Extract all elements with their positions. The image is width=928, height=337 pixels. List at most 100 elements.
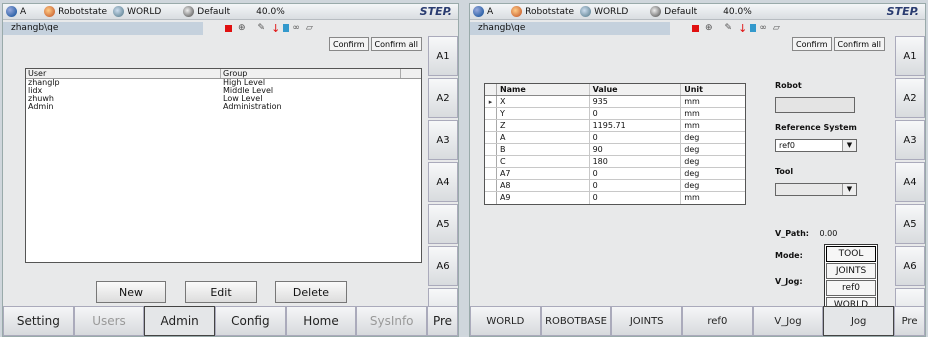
table-row[interactable]: A 0 deg <box>485 132 745 144</box>
tab-pre[interactable]: Pre <box>894 306 925 336</box>
globe-icon <box>473 6 484 17</box>
bottom-tabs: WORLD ROBOTBASE JOINTS ref0 V_Jog Jog Pr… <box>470 306 925 336</box>
axis-button-a3[interactable]: A3 <box>428 120 458 160</box>
path-bar: zhangb\qe ⊕ ✎ ↓ ∞ ▱ <box>470 21 786 35</box>
table-row[interactable]: C 180 deg <box>485 156 745 168</box>
axis-button-a1[interactable]: A1 <box>895 36 925 76</box>
column-group[interactable]: Group <box>221 69 401 78</box>
robot-label: Robot <box>775 81 802 90</box>
user-list[interactable]: User Group zhanglp High Level lidx Middle … <box>25 68 422 263</box>
arrow-down-icon: ↓ <box>738 21 748 35</box>
new-button[interactable]: New <box>96 281 166 303</box>
tab-jog[interactable]: Jog <box>823 306 895 336</box>
table-row[interactable]: A7 0 deg <box>485 168 745 180</box>
tab-config[interactable]: Config <box>215 306 286 336</box>
chevron-down-icon[interactable]: ▼ <box>842 184 856 195</box>
axis-button-a4[interactable]: A4 <box>428 162 458 202</box>
bottom-tabs: Setting Users Admin Config Home SysInfo … <box>3 306 458 336</box>
column-name: Name <box>497 84 590 95</box>
axis-button-a4[interactable]: A4 <box>895 162 925 202</box>
axis-button-a2[interactable]: A2 <box>428 78 458 118</box>
step-mode[interactable]: STEP. <box>420 5 458 18</box>
program-path: zhangb\qe <box>470 21 670 35</box>
column-value: Value <box>590 84 682 95</box>
status-a[interactable]: A <box>3 4 29 20</box>
tab-setting[interactable]: Setting <box>3 306 74 336</box>
status-robotstate[interactable]: Robotstate <box>41 4 110 20</box>
confirm-row: Confirm Confirm all <box>790 37 885 51</box>
table-row[interactable]: Y 0 mm <box>485 108 745 120</box>
axis-button-a2[interactable]: A2 <box>895 78 925 118</box>
table-row[interactable]: Z 1195.71 mm <box>485 120 745 132</box>
status-a[interactable]: A <box>470 4 496 20</box>
vpath-value: 0.00 <box>819 229 838 238</box>
table-row[interactable]: A9 0 mm <box>485 192 745 204</box>
drive-icon: ⊕ <box>238 23 246 33</box>
tab-sysinfo[interactable]: SysInfo <box>356 306 428 336</box>
tab-ref0[interactable]: ref0 <box>682 306 753 336</box>
loop-icon: ∞ <box>759 23 767 33</box>
mode-option-tool[interactable]: TOOL <box>826 246 876 262</box>
position-table[interactable]: Name Value Unit ▸ X 935 mm Y 0 mm Z 1195.71 mm … <box>484 83 746 205</box>
status-world[interactable]: WORLD <box>577 4 631 20</box>
mode-option-joints[interactable]: JOINTS <box>826 263 876 279</box>
stop-icon <box>692 24 699 32</box>
table-row[interactable]: ▸ X 935 mm <box>485 96 745 108</box>
status-robotstate[interactable]: Robotstate <box>508 4 577 20</box>
axis-button-a3[interactable]: A3 <box>895 120 925 160</box>
users-screen: A Robotstate WORLD Default 40.0% STEP. z… <box>2 3 459 337</box>
table-row[interactable]: B 90 deg <box>485 144 745 156</box>
axis-buttons: A1 A2 A3 A4 A5 A6 <box>428 36 458 330</box>
mode-dropdown[interactable]: TOOL JOINTS ref0 WORLD <box>824 244 878 315</box>
axis-button-a6[interactable]: A6 <box>428 246 458 286</box>
cube-icon: ▱ <box>772 23 780 33</box>
confirm-button[interactable]: Confirm <box>329 37 369 51</box>
battery-icon <box>283 24 290 32</box>
tool-label: Tool <box>775 167 794 176</box>
column-unit: Unit <box>684 85 703 94</box>
delete-button[interactable]: Delete <box>275 281 347 303</box>
chevron-down-icon[interactable]: ▼ <box>842 140 856 151</box>
tab-vjog[interactable]: V_Jog <box>752 306 824 336</box>
axis-button-a5[interactable]: A5 <box>428 204 458 244</box>
reference-system-select[interactable]: ref0 ▼ <box>775 139 857 152</box>
tab-robotbase[interactable]: ROBOTBASE <box>540 306 612 336</box>
confirm-button[interactable]: Confirm <box>792 37 832 51</box>
stop-icon <box>225 24 232 32</box>
robot-field[interactable] <box>775 97 855 113</box>
table-row[interactable]: A8 0 deg <box>485 180 745 192</box>
status-default[interactable]: Default <box>180 4 233 20</box>
jog-screen: A Robotstate WORLD Default 40.0% STEP. z… <box>469 3 926 337</box>
tab-home[interactable]: Home <box>285 306 357 336</box>
status-override[interactable]: 40.0% <box>720 4 755 20</box>
tab-world[interactable]: WORLD <box>470 306 541 336</box>
status-bar: A Robotstate WORLD Default 40.0% STEP. <box>470 4 925 20</box>
table-header: Name Value Unit <box>485 84 745 96</box>
status-override[interactable]: 40.0% <box>253 4 288 20</box>
tab-users[interactable]: Users <box>73 306 145 336</box>
confirm-all-button[interactable]: Confirm all <box>833 37 885 51</box>
tab-admin[interactable]: Admin <box>144 306 216 336</box>
confirm-all-button[interactable]: Confirm all <box>370 37 422 51</box>
robot-icon <box>44 6 56 17</box>
axis-button-a1[interactable]: A1 <box>428 36 458 76</box>
axis-buttons: A1 A2 A3 A4 A5 A6 <box>895 36 925 330</box>
vjog-label: V_Jog: <box>775 277 803 286</box>
status-world[interactable]: WORLD <box>110 4 164 20</box>
battery-icon <box>750 24 757 32</box>
column-user[interactable]: User <box>26 69 221 78</box>
axis-button-a6[interactable]: A6 <box>895 246 925 286</box>
loop-icon: ∞ <box>292 23 300 33</box>
tab-joints[interactable]: JOINTS <box>611 306 683 336</box>
mode-option-ref0[interactable]: ref0 <box>826 280 876 296</box>
user-actions: New Edit Delete <box>3 281 428 306</box>
list-item[interactable]: Admin Administration <box>26 103 421 111</box>
pen-icon: ✎ <box>257 23 266 33</box>
axis-button-a5[interactable]: A5 <box>895 204 925 244</box>
tab-pre[interactable]: Pre <box>427 306 458 336</box>
tool-select[interactable]: ▼ <box>775 183 857 196</box>
step-mode[interactable]: STEP. <box>887 5 925 18</box>
cube-icon: ▱ <box>305 23 313 33</box>
status-default[interactable]: Default <box>647 4 700 20</box>
edit-button[interactable]: Edit <box>185 281 257 303</box>
